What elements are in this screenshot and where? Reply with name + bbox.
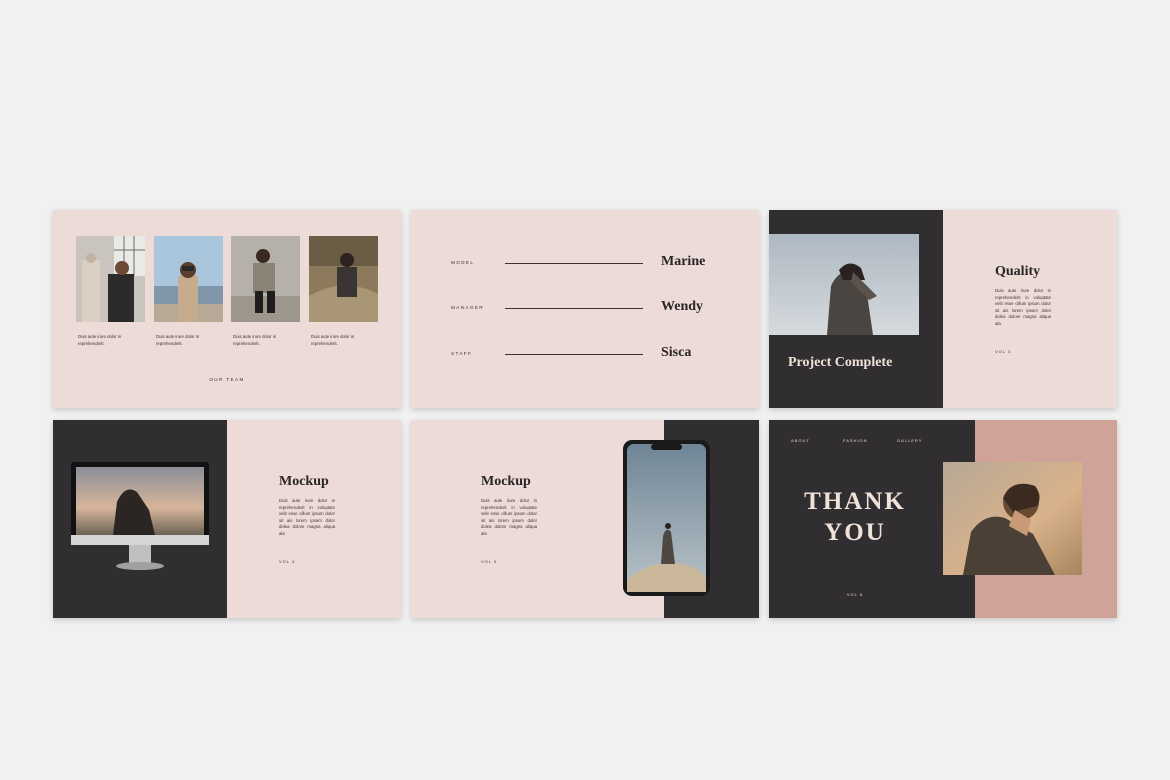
mockup-title: Mockup <box>481 474 531 489</box>
role-label-manager: MANAGER <box>451 305 485 310</box>
role-divider <box>505 263 643 264</box>
volume-label: VOL 4 <box>279 559 296 564</box>
team-caption-1: Duis aute irure dolor in reprehenderit. <box>78 334 122 346</box>
slide-mockup-phone[interactable]: Mockup Duis aute irure dolor in reprehen… <box>411 420 759 618</box>
slide-thank-you[interactable]: ABOUT FASHION GALLERY THANK YOU VOL 6 <box>769 420 1117 618</box>
role-name-wendy: Wendy <box>661 299 704 314</box>
mockup-body: Duis aute irure dolor in reprehenderit i… <box>279 498 335 536</box>
team-photo-1 <box>76 236 145 322</box>
role-label-staff: STAFF <box>451 351 473 356</box>
team-caption-3: Duis aute irure dolor in reprehenderit. <box>233 334 277 346</box>
team-photo-4 <box>309 236 378 322</box>
team-caption-2: Duis aute irure dolor in reprehenderit. <box>156 334 200 346</box>
phone-mockup <box>623 440 710 596</box>
desktop-monitor <box>71 462 209 570</box>
nav-gallery[interactable]: GALLERY <box>897 438 922 443</box>
mockup-body: Duis aute irure dolor in reprehenderit i… <box>481 498 537 536</box>
project-complete-heading: Project Complete <box>788 355 893 370</box>
mockup-title: Mockup <box>279 474 329 489</box>
quality-body: Duis aute irure dolor in reprehenderit i… <box>995 288 1051 326</box>
nav-about[interactable]: ABOUT <box>791 438 810 443</box>
team-photo-2 <box>154 236 223 322</box>
role-divider <box>505 354 643 355</box>
slide-footer-label: OUR TEAM <box>209 377 245 382</box>
slide-project-complete[interactable]: Project Complete Quality Duis aute irure… <box>769 210 1117 408</box>
volume-label: VOL 6 <box>846 592 864 597</box>
volume-label: VOL 5 <box>481 559 498 564</box>
team-photo-3 <box>231 236 300 322</box>
thank-you-photo <box>943 462 1082 575</box>
slide-mockup-desktop[interactable]: Mockup Duis aute irure dolor in reprehen… <box>53 420 401 618</box>
team-caption-4: Duis aute irure dolor in reprehenderit. <box>311 334 355 346</box>
slide-our-team[interactable]: Duis aute irure dolor in reprehenderit. … <box>53 210 401 408</box>
thank-you-line-1: THANK <box>804 488 906 515</box>
volume-label: VOL 3 <box>995 349 1012 354</box>
slide-roles[interactable]: MODEL Marine MANAGER Wendy STAFF Sisca <box>411 210 759 408</box>
role-name-marine: Marine <box>661 254 706 269</box>
role-label-model: MODEL <box>451 260 475 265</box>
project-photo <box>769 234 919 335</box>
role-divider <box>505 308 643 309</box>
thank-you-line-2: YOU <box>824 519 886 546</box>
quality-title: Quality <box>995 264 1041 279</box>
nav-fashion[interactable]: FASHION <box>843 438 868 443</box>
role-name-sisca: Sisca <box>661 345 692 360</box>
